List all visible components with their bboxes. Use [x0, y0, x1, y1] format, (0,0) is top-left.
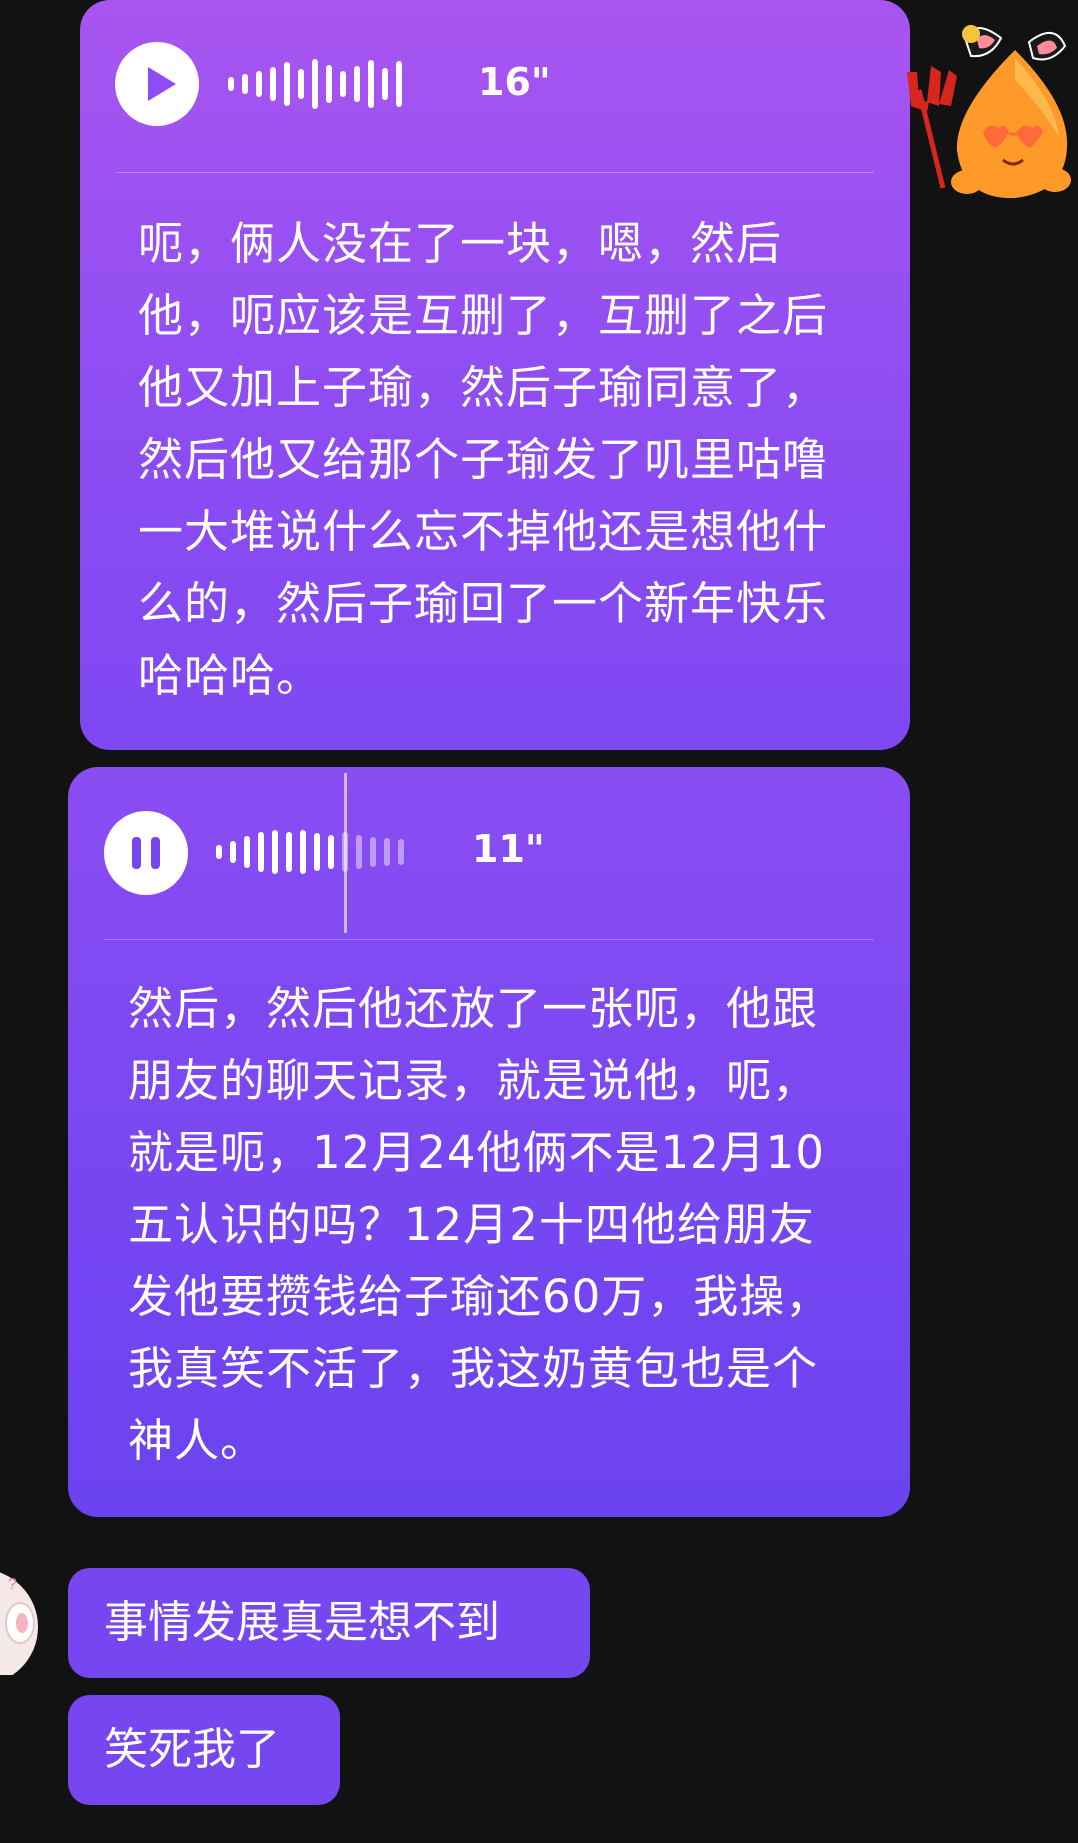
- bunny-avatar-icon: ?: [0, 1572, 38, 1682]
- contact-avatar[interactable]: ?: [0, 1565, 44, 1682]
- voice-duration: 11": [472, 827, 545, 871]
- voice-player-1[interactable]: 16": [80, 0, 910, 172]
- voice-transcript: 呃，俩人没在了一块，嗯，然后他，呃应该是互删了，互删了之后他又加上子瑜，然后子瑜…: [138, 217, 829, 702]
- devil-blob-avatar-icon: [907, 25, 1071, 199]
- play-icon: [148, 67, 176, 101]
- divider: [104, 939, 874, 940]
- pause-button[interactable]: [104, 811, 188, 895]
- waveform[interactable]: [216, 822, 404, 882]
- voice-message-1[interactable]: 16" 呃，俩人没在了一块，嗯，然后他，呃应该是互删了，互删了之后他又加上子瑜，…: [80, 0, 910, 750]
- divider: [116, 172, 874, 173]
- text-message[interactable]: 笑死我了: [68, 1695, 340, 1805]
- voice-transcript: 然后，然后他还放了一张呃，他跟朋友的聊天记录，就是说他，呃，就是呃，12月24他…: [128, 982, 832, 1467]
- pause-icon: [132, 837, 160, 869]
- voice-message-2[interactable]: 11" 然后，然后他还放了一张呃，他跟朋友的聊天记录，就是说他，呃，就是呃，12…: [68, 767, 910, 1517]
- play-button[interactable]: [115, 42, 199, 126]
- voice-player-2[interactable]: 11": [68, 767, 910, 939]
- waveform[interactable]: [228, 54, 402, 114]
- playback-scrubber[interactable]: [344, 773, 347, 933]
- voice-duration: 16": [478, 60, 551, 104]
- text-message[interactable]: 事情发展真是想不到: [68, 1568, 590, 1678]
- svg-text:?: ?: [8, 1576, 17, 1593]
- self-avatar[interactable]: [905, 10, 1075, 200]
